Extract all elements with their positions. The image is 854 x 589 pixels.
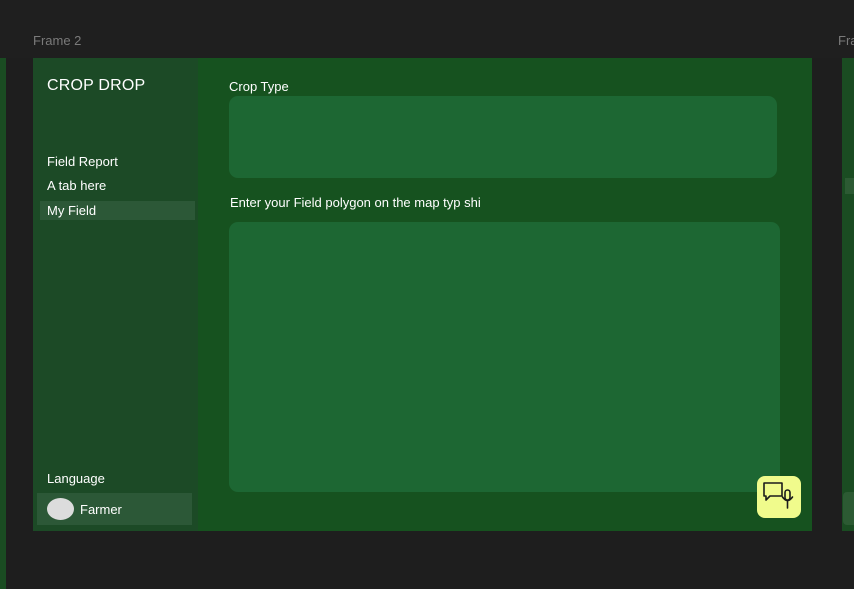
next-frame-user-row xyxy=(843,492,854,525)
previous-frame-edge xyxy=(0,58,6,589)
crop-type-input[interactable] xyxy=(229,96,777,178)
app-frame: CROP DROP Field Report A tab here My Fie… xyxy=(33,58,812,531)
user-profile[interactable]: Farmer xyxy=(37,493,192,525)
map-prompt-label: Enter your Field polygon on the map typ … xyxy=(230,195,481,210)
crop-type-label: Crop Type xyxy=(229,79,289,94)
canvas-toolbar-area xyxy=(0,0,854,58)
chat-microphone-icon xyxy=(763,482,794,509)
sidebar-item-field-report[interactable]: Field Report xyxy=(47,154,118,169)
brand-title: CROP DROP xyxy=(47,77,146,94)
sidebar-item-my-field[interactable]: My Field xyxy=(40,201,195,220)
sidebar-item-a-tab-here[interactable]: A tab here xyxy=(47,178,106,193)
user-name: Farmer xyxy=(80,502,122,517)
voice-chat-button[interactable] xyxy=(757,476,801,518)
next-frame-edge xyxy=(842,58,854,531)
next-frame-nav-item xyxy=(845,178,854,194)
next-frame-label[interactable]: Fra xyxy=(838,33,854,48)
sidebar: CROP DROP Field Report A tab here My Fie… xyxy=(33,58,198,531)
frame-label[interactable]: Frame 2 xyxy=(33,33,81,48)
language-selector[interactable]: Language xyxy=(47,471,105,486)
avatar xyxy=(47,498,74,520)
field-map-area[interactable] xyxy=(229,222,780,492)
